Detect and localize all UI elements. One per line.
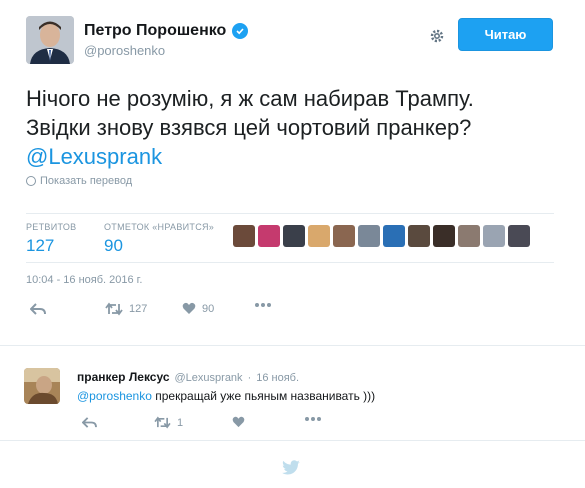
reply-retweet-count: 1 [177, 416, 184, 429]
likes-stat[interactable]: ОТМЕТОК «НРАВИТСЯ» 90 [104, 222, 214, 256]
retweet-action[interactable]: 127 [105, 302, 147, 316]
retweet-icon [105, 302, 123, 316]
tweet-mention-link[interactable]: @Lexusprank [26, 142, 566, 171]
reply-action[interactable] [30, 302, 46, 316]
tweet-text: Нічого не розумію, я ж сам набирав Трамп… [26, 84, 566, 171]
translate-link[interactable]: Показать перевод [26, 175, 132, 187]
liker-avatar[interactable] [383, 225, 405, 247]
liker-avatar[interactable] [508, 225, 530, 247]
liker-avatar[interactable] [233, 225, 255, 247]
reply-more-action[interactable] [304, 416, 322, 422]
reply-author-name[interactable]: пранкер Лексус [77, 370, 170, 384]
author-avatar[interactable] [26, 16, 74, 64]
liker-avatar[interactable] [408, 225, 430, 247]
likes-label: ОТМЕТОК «НРАВИТСЯ» [104, 222, 215, 232]
reply-reply-action[interactable] [82, 416, 97, 429]
heart-icon [182, 302, 196, 314]
liker-avatar[interactable] [333, 225, 355, 247]
reply-separator: · [247, 372, 252, 384]
author-name-row: Петро Порошенко [84, 22, 249, 40]
main-tweet: Петро Порошенко @poroshenko Читаю Нічого… [0, 0, 585, 343]
liker-avatar[interactable] [258, 225, 280, 247]
tweet-actions: 127 90 [30, 302, 290, 322]
heart-icon [232, 416, 245, 428]
likes-count: 90 [104, 236, 123, 255]
reply-actions: 1 [82, 416, 342, 432]
more-icon [255, 303, 271, 307]
globe-icon [26, 176, 36, 186]
reply-mention-link[interactable]: @poroshenko [77, 389, 152, 403]
reply-icon [30, 303, 46, 315]
tweet-text-line-1: Нічого не розумію, я ж сам набирав Трамп… [26, 86, 474, 111]
like-action[interactable]: 90 [182, 302, 214, 315]
more-icon [305, 417, 321, 421]
reply-text: @poroshenko прекращай уже пьяным названи… [77, 389, 375, 403]
liker-avatar[interactable] [308, 225, 330, 247]
gear-icon[interactable] [428, 27, 446, 45]
reply-icon [82, 417, 97, 428]
divider [0, 440, 585, 441]
tweet-stats: РЕТВИТОВ 127 ОТМЕТОК «НРАВИТСЯ» 90 [26, 213, 554, 263]
reply-like-action[interactable] [232, 416, 245, 428]
reply-author-handle[interactable]: @Lexusprank [175, 372, 243, 384]
reply-author-avatar[interactable] [24, 368, 60, 404]
liker-avatar[interactable] [358, 225, 380, 247]
liker-avatar[interactable] [458, 225, 480, 247]
author-name[interactable]: Петро Порошенко [84, 22, 226, 40]
follow-button[interactable]: Читаю [458, 18, 553, 51]
reply-retweet-action[interactable]: 1 [154, 416, 183, 429]
translate-label: Показать перевод [40, 175, 133, 187]
reply-header: пранкер Лексус @Lexusprank · 16 нояб. [77, 370, 299, 384]
liker-avatar[interactable] [283, 225, 305, 247]
liker-avatar[interactable] [433, 225, 455, 247]
more-action[interactable] [254, 302, 272, 308]
twitter-bird-icon [281, 460, 301, 476]
tweet-timestamp[interactable]: 10:04 - 16 нояб. 2016 г. [26, 274, 142, 286]
retweets-stat[interactable]: РЕТВИТОВ 127 [26, 222, 76, 256]
reply-tweet: пранкер Лексус @Lexusprank · 16 нояб. @p… [0, 346, 585, 446]
liker-avatar[interactable] [483, 225, 505, 247]
retweets-count: 127 [26, 236, 55, 255]
liker-avatars [233, 225, 530, 247]
verified-badge-icon [232, 23, 249, 39]
retweets-label: РЕТВИТОВ [26, 222, 77, 232]
retweet-icon [154, 416, 171, 429]
retweet-action-count: 127 [129, 303, 148, 315]
like-action-count: 90 [202, 302, 215, 315]
reply-body: прекращай уже пьяным названивать ))) [155, 389, 376, 403]
author-handle[interactable]: @poroshenko [84, 43, 165, 58]
reply-date[interactable]: 16 нояб. [256, 372, 299, 384]
tweet-text-line-2: Звідки знову взявся цей чортовий пранкер… [26, 115, 472, 140]
